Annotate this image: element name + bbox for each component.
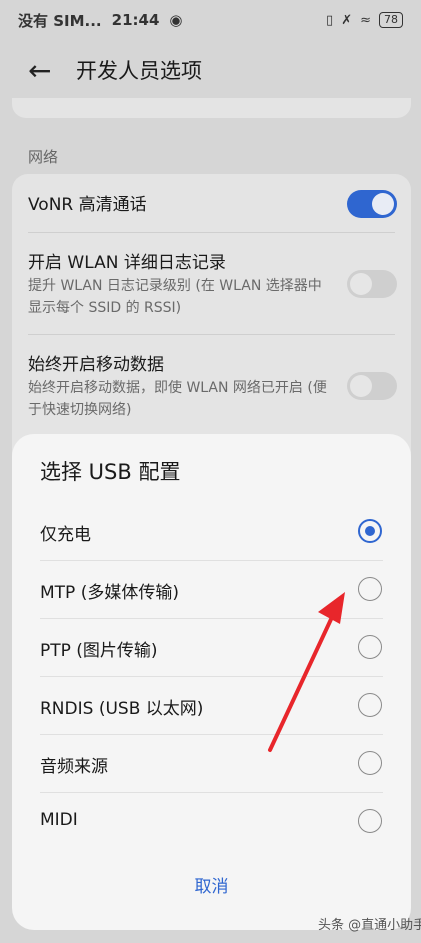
setting-title: 开启 WLAN 详细日志记录 xyxy=(28,253,226,273)
dialog-title: 选择 USB 配置 xyxy=(40,460,181,484)
setting-title: 始终开启移动数据 xyxy=(28,355,164,375)
watermark: 头条 @直通小助手 xyxy=(318,918,421,933)
option-label: PTP (图片传输) xyxy=(40,641,158,661)
network-settings-card: VoNR 高清通话 开启 WLAN 详细日志记录 提升 WLAN 日志记录级别 … xyxy=(12,174,411,474)
wlan-log-toggle[interactable] xyxy=(347,270,397,298)
setting-subtitle: 提升 WLAN 日志记录级别 (在 WLAN 选择器中显示每个 SSID 的 R… xyxy=(28,278,322,316)
app-bar: ← 开发人员选项 xyxy=(0,44,421,96)
radio-button[interactable] xyxy=(358,519,382,543)
option-ptp[interactable]: PTP (图片传输) xyxy=(12,618,411,675)
option-charge-only[interactable]: 仅充电 xyxy=(12,502,411,559)
no-signal-icon: ✗ xyxy=(341,12,353,28)
option-audio-source[interactable]: 音频来源 xyxy=(12,734,411,791)
usb-config-dialog: 选择 USB 配置 仅充电 MTP (多媒体传输) PTP (图片传输) RND… xyxy=(12,434,411,930)
option-midi[interactable]: MIDI xyxy=(12,792,411,849)
wechat-icon: ◉ xyxy=(169,11,183,29)
back-arrow-icon[interactable]: ← xyxy=(28,54,62,87)
cancel-button[interactable]: 取消 xyxy=(12,872,411,897)
battery-icon: 78 xyxy=(379,12,403,28)
section-label: 网络 xyxy=(28,148,59,166)
divider xyxy=(28,334,395,335)
mobile-data-toggle[interactable] xyxy=(347,372,397,400)
option-rndis[interactable]: RNDIS (USB 以太网) xyxy=(12,676,411,733)
status-bar: 没有 SIM... 21:44 ◉ ▯ ✗ ≈ 78 xyxy=(0,0,421,40)
setting-row-vonr[interactable]: VoNR 高清通话 xyxy=(28,190,395,215)
clock: 21:44 xyxy=(111,11,160,29)
option-mtp[interactable]: MTP (多媒体传输) xyxy=(12,560,411,617)
carrier-text: 没有 SIM... xyxy=(18,11,102,30)
wifi-icon: ≈ xyxy=(360,12,371,28)
option-label: 音频来源 xyxy=(40,757,108,777)
setting-title: VoNR 高清通话 xyxy=(28,195,147,215)
radio-button[interactable] xyxy=(358,693,382,717)
vonr-toggle[interactable] xyxy=(347,190,397,218)
page-title: 开发人员选项 xyxy=(76,59,202,83)
option-label: RNDIS (USB 以太网) xyxy=(40,699,204,719)
setting-subtitle: 始终开启移动数据，即使 WLAN 网络已开启 (便于快速切换网络) xyxy=(28,380,327,418)
vibrate-icon: ▯ xyxy=(326,12,334,28)
setting-row-wlan-log[interactable]: 开启 WLAN 详细日志记录 提升 WLAN 日志记录级别 (在 WLAN 选择… xyxy=(28,248,395,319)
radio-button[interactable] xyxy=(358,751,382,775)
radio-button[interactable] xyxy=(358,809,382,833)
radio-button[interactable] xyxy=(358,577,382,601)
divider xyxy=(28,232,395,233)
radio-button[interactable] xyxy=(358,635,382,659)
setting-row-mobile-data[interactable]: 始终开启移动数据 始终开启移动数据，即使 WLAN 网络已开启 (便于快速切换网… xyxy=(28,350,395,421)
option-label: MTP (多媒体传输) xyxy=(40,583,179,603)
option-label: MIDI xyxy=(40,810,78,830)
settings-card-previous xyxy=(12,98,411,118)
option-label: 仅充电 xyxy=(40,525,91,545)
